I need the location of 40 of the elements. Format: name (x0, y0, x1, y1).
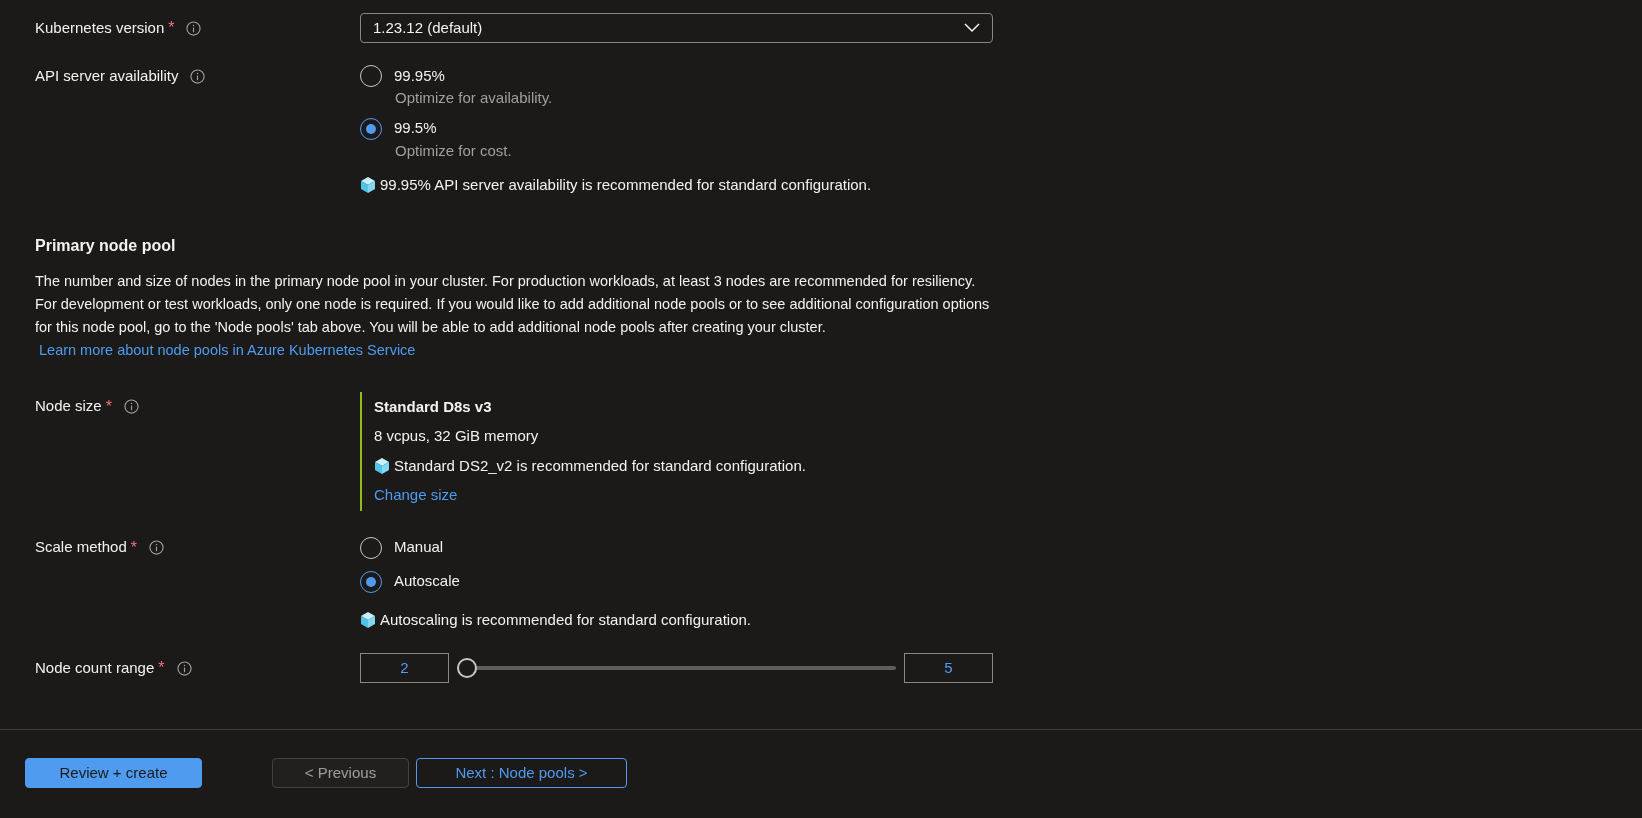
cube-icon (360, 610, 376, 629)
field-label: Node size (35, 396, 102, 417)
section-description: The number and size of nodes in the primary node pool in your cluster. For production workloads, at least 3 nodes are recommended for resiliency. For development or test workloads, only one node is required. If you would like to add additional node pools or to see additional configuration options for this node pool, go to the 'Node pools' tab above. You will be able to add additional node pools after creating your cluster. Learn more about node pools in Azure Kubernetes Service (35, 271, 991, 360)
section-heading: Primary node pool (35, 235, 177, 256)
radio-label: Autoscale (394, 571, 460, 592)
field-label: Scale method (35, 537, 127, 558)
min-count-field[interactable]: 2 (360, 653, 449, 683)
cube-icon (360, 176, 376, 195)
required-mark: * (130, 537, 137, 558)
required-mark: * (158, 658, 165, 678)
learn-more-link[interactable]: Learn more about node pools in Azure Kubernetes Service (39, 341, 416, 358)
radio-label: 99.95% (394, 65, 445, 86)
node-size-specs: 8 vcpus, 32 GiB memory (374, 426, 540, 446)
recommendation-text: 99.95% API server availability is recommended for standard configuration. (380, 175, 872, 195)
required-mark: * (105, 396, 112, 417)
info-icon[interactable] (148, 540, 164, 555)
chevron-down-icon (964, 23, 980, 33)
info-icon[interactable] (186, 20, 202, 36)
required-mark: * (168, 18, 175, 38)
recommendation-text: Standard DS2_v2 is recommended for standard configuration. (394, 455, 806, 476)
version-dropdown[interactable]: 1.23.12 (default) (360, 13, 993, 43)
cube-icon (374, 456, 390, 475)
recommendation-text: Autoscaling is recommended for standard configuration. (380, 609, 752, 630)
field-label: Node count range (35, 657, 155, 678)
node-size-name: Standard D8s v3 (374, 396, 493, 417)
info-icon[interactable] (190, 68, 206, 84)
info-icon[interactable] (176, 660, 192, 676)
radio-label: Manual (394, 537, 444, 558)
field-label: Kubernetes version (35, 17, 165, 38)
option-description: Optimize for cost. (395, 140, 513, 161)
info-icon[interactable] (123, 399, 139, 414)
range-slider[interactable] (457, 657, 896, 679)
change-size-link[interactable]: Change size (374, 484, 458, 507)
primary-action-button[interactable]: Review + create (25, 758, 202, 788)
radio-label: 99.5% (394, 118, 437, 139)
option-description: Optimize for availability. (395, 88, 554, 108)
field-label: API server availability (35, 65, 179, 86)
outline-action-button[interactable]: Next : Node pools > (416, 758, 627, 788)
slider-thumb[interactable] (457, 658, 477, 678)
max-count-field[interactable]: 5 (904, 653, 993, 683)
